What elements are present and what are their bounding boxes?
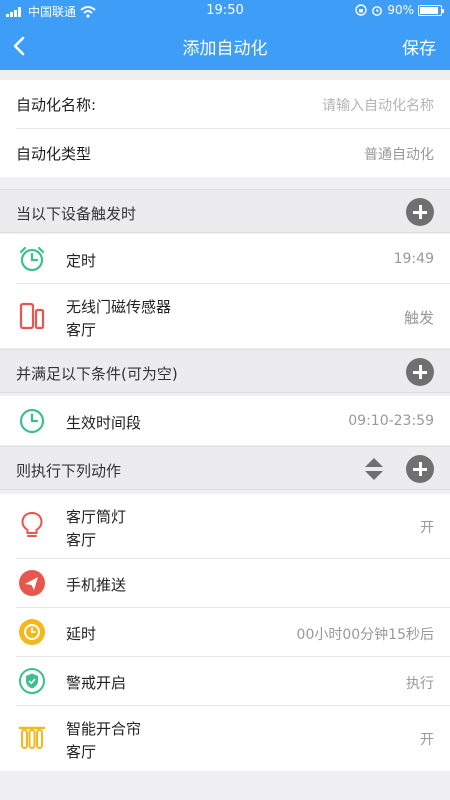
action-name: 智能开合帘 [66,720,142,738]
alarm-clock-icon [19,246,45,272]
trigger-room: 客厅 [66,321,97,339]
name-row[interactable]: 自动化名称: 请输入自动化名称 [0,80,450,128]
shield-icon [19,668,45,694]
trigger-value: 触发 [403,309,434,327]
battery-icon [418,4,444,16]
condition-name: 生效时间段 [66,414,142,432]
automation-form: 自动化名称: 请输入自动化名称 自动化类型 普通自动化 [0,80,450,177]
add-condition-button[interactable] [406,358,434,386]
condition-value: 09:10-23:59 [348,413,434,429]
bulb-icon [21,511,43,537]
conditions-list: 生效时间段 09:10-23:59 [0,396,450,445]
list-item[interactable]: 手机推送 [0,559,450,607]
send-icon [19,570,45,596]
header: 中国联通 19:50 90% 添加自动化 保存 [0,0,450,70]
conditions-title: 并满足以下条件(可为空) [16,365,178,383]
action-value: 开 [420,732,434,748]
rotation-lock-icon [355,4,368,16]
name-input[interactable]: 请输入自动化名称 [322,95,434,115]
actions-header: 则执行下列动作 [0,446,450,490]
trigger-name: 定时 [66,252,97,270]
trigger-value: 19:49 [393,251,434,267]
nav-bar: 添加自动化 保存 [0,22,450,70]
triggers-list: 定时 19:49 无线门磁传感器 客厅 触发 [0,234,450,348]
action-name: 延时 [66,625,97,643]
action-value: 00小时00分钟15秒后 [296,627,434,643]
action-room: 客厅 [66,531,97,549]
list-item[interactable]: 客厅筒灯 客厅 开 [0,494,450,558]
type-label: 自动化类型 [16,145,92,163]
battery-label: 90% [387,3,414,17]
action-value: 执行 [406,676,434,692]
action-name: 手机推送 [66,576,127,594]
door-sensor-icon [19,302,45,330]
action-name: 客厅筒灯 [66,508,127,526]
sort-icon[interactable] [364,455,384,483]
type-value: 普通自动化 [364,147,434,163]
trigger-name: 无线门磁传感器 [66,298,172,316]
name-label: 自动化名称: [16,96,97,114]
add-action-button[interactable] [406,455,434,483]
curtain-icon [18,726,46,749]
conditions-header: 并满足以下条件(可为空) [0,349,450,393]
action-value: 开 [420,520,434,536]
action-room: 客厅 [66,743,97,761]
triggers-header: 当以下设备触发时 [0,189,450,233]
list-item[interactable]: 无线门磁传感器 客厅 触发 [0,284,450,348]
action-name: 警戒开启 [66,674,127,692]
list-item[interactable]: 定时 19:49 [0,234,450,283]
list-item[interactable]: 警戒开启 执行 [0,657,450,705]
list-item[interactable]: 智能开合帘 客厅 开 [0,706,450,770]
list-item[interactable]: 延时 00小时00分钟15秒后 [0,608,450,656]
actions-title: 则执行下列动作 [16,462,122,480]
triggers-title: 当以下设备触发时 [16,205,137,223]
actions-list: 客厅筒灯 客厅 开 手机推送 延时 00小时00分钟15秒后 警戒开启 执行 智… [0,494,450,771]
clock-icon [19,408,45,434]
delay-icon [19,619,45,645]
page-title: 添加自动化 [182,39,268,59]
list-item[interactable]: 生效时间段 09:10-23:59 [0,396,450,445]
alarm-status-icon [372,6,383,16]
type-row[interactable]: 自动化类型 普通自动化 [0,129,450,177]
add-trigger-button[interactable] [406,198,434,226]
status-bar: 中国联通 19:50 90% [0,0,450,22]
save-button[interactable]: 保存 [402,34,436,59]
